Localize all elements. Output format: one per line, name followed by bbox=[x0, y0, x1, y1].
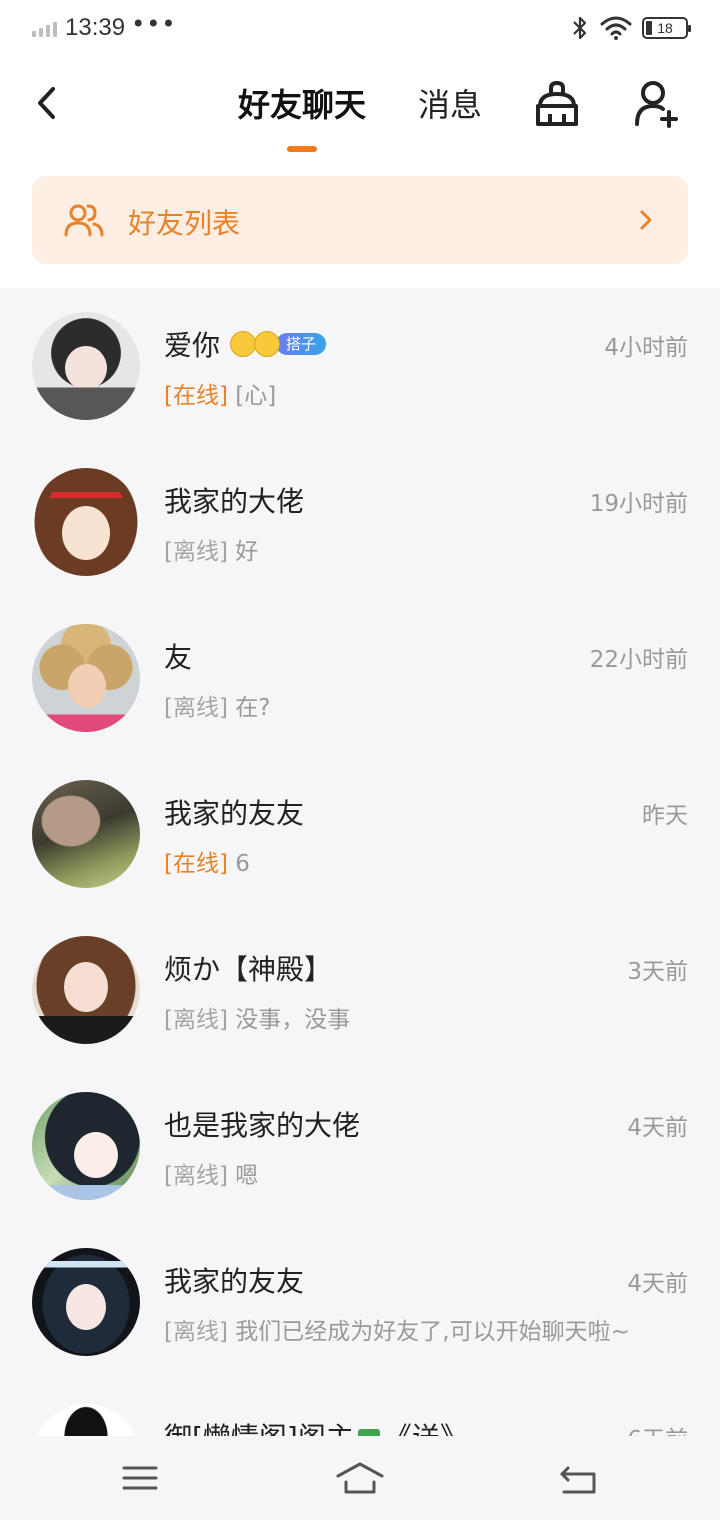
last-message: [心] bbox=[235, 383, 277, 409]
chat-item[interactable]: 友 22小时前 [离线] 在? bbox=[0, 600, 720, 756]
chat-preview: [离线] 我们已经成为好友了,可以开始聊天啦~ bbox=[164, 1312, 630, 1346]
avatar bbox=[32, 1092, 140, 1200]
last-message: 6 bbox=[235, 851, 250, 877]
online-status: [在线] bbox=[164, 851, 228, 877]
offline-status: [离线] bbox=[164, 539, 228, 565]
chat-name: 我家的友友 bbox=[164, 1265, 305, 1298]
chat-name-text: 爱你 bbox=[164, 329, 221, 362]
last-message: 我们已经成为好友了,可以开始聊天啦~ bbox=[235, 1319, 630, 1345]
signal-icon bbox=[32, 19, 57, 37]
chat-time: 4天前 bbox=[627, 1271, 688, 1297]
chat-preview: [在线] 6 bbox=[164, 844, 250, 878]
back-button[interactable] bbox=[22, 78, 72, 128]
last-message: 好 bbox=[235, 539, 259, 565]
chat-time: 4小时前 bbox=[604, 335, 688, 361]
chat-preview: [在线] [心] bbox=[164, 376, 276, 410]
battery-indicator: 18 bbox=[642, 17, 691, 39]
user-badges: 搭子 bbox=[230, 331, 327, 357]
chat-time: 昨天 bbox=[642, 803, 688, 829]
last-message: 嗯 bbox=[235, 1163, 259, 1189]
status-bar-right: 18 bbox=[570, 14, 691, 42]
chat-name: 爱你 搭子 bbox=[164, 324, 327, 364]
partner-tag: 搭子 bbox=[276, 333, 327, 355]
avatar bbox=[32, 468, 140, 576]
chat-item[interactable]: 我家的大佬 19小时前 [离线] 好 bbox=[0, 444, 720, 600]
add-friend-button[interactable] bbox=[632, 78, 682, 130]
menu-icon bbox=[122, 1466, 158, 1490]
cool-emoji-icon bbox=[230, 331, 257, 357]
chat-name: 我家的大佬 bbox=[164, 485, 305, 518]
last-message: 没事，没事 bbox=[235, 1007, 351, 1033]
chat-name-text: 御[懒情阁]阁主 bbox=[164, 1421, 354, 1436]
chat-time: 6天前 bbox=[627, 1420, 688, 1436]
chat-preview: [离线] 没事，没事 bbox=[164, 1000, 350, 1034]
chat-name: 我家的友友 bbox=[164, 797, 305, 830]
chat-name-suffix: 《送》 bbox=[384, 1421, 468, 1436]
chat-name: 友 bbox=[164, 641, 193, 674]
active-tab-indicator bbox=[287, 146, 317, 152]
chat-list: 爱你 搭子 4小时前 [在线] [心] 我家的大佬 19小时前 [离线] 好 友 … bbox=[0, 288, 720, 1436]
star-eyes-emoji-icon bbox=[254, 331, 281, 357]
bottom-navigation-bar bbox=[0, 1436, 720, 1520]
friend-list-label: 好友列表 bbox=[128, 207, 241, 240]
offline-status: [离线] bbox=[164, 1007, 228, 1033]
chat-preview: [离线] 好 bbox=[164, 532, 258, 566]
chat-time: 19小时前 bbox=[589, 491, 688, 517]
status-time: 13:39 bbox=[65, 14, 126, 41]
chat-name: 御[懒情阁]阁主 《送》 bbox=[164, 1416, 468, 1436]
back-icon bbox=[560, 1466, 596, 1494]
avatar bbox=[32, 1248, 140, 1356]
friends-icon bbox=[64, 204, 104, 237]
avatar bbox=[32, 1404, 140, 1436]
battery-level: 18 bbox=[657, 20, 673, 36]
offline-status: [离线] bbox=[164, 1163, 228, 1189]
chat-name: 烦か【神殿】 bbox=[164, 953, 333, 986]
status-notification-dots: ••• bbox=[131, 10, 177, 38]
nav-home-button[interactable] bbox=[336, 1456, 384, 1500]
tab-messages[interactable]: 消息 bbox=[418, 80, 482, 126]
back-arrow-icon bbox=[38, 87, 55, 119]
clean-button[interactable] bbox=[532, 78, 582, 130]
offline-status: [离线] bbox=[164, 1319, 228, 1345]
nav-menu-button[interactable] bbox=[116, 1456, 164, 1500]
chat-preview: [离线] 在? bbox=[164, 688, 270, 722]
status-bar: 13:39 ••• 18 bbox=[0, 0, 720, 60]
chat-item[interactable]: 我家的友友 4天前 [离线] 我们已经成为好友了,可以开始聊天啦~ bbox=[0, 1224, 720, 1380]
bluetooth-icon bbox=[573, 16, 587, 40]
chat-item[interactable]: 爱你 搭子 4小时前 [在线] [心] bbox=[0, 288, 720, 444]
chat-item[interactable]: 御[懒情阁]阁主 《送》 6天前 bbox=[0, 1380, 720, 1436]
tab-friend-chat[interactable]: 好友聊天 bbox=[238, 80, 366, 126]
online-status: [在线] bbox=[164, 383, 228, 409]
wifi-icon bbox=[600, 16, 632, 40]
broom-icon bbox=[536, 80, 578, 126]
money-icon bbox=[357, 1429, 380, 1436]
avatar bbox=[32, 936, 140, 1044]
avatar bbox=[32, 624, 140, 732]
header: 好友聊天 消息 bbox=[0, 60, 720, 160]
chevron-right-icon bbox=[640, 210, 652, 230]
last-message: 在? bbox=[235, 695, 271, 721]
chat-time: 3天前 bbox=[627, 959, 688, 985]
status-bar-left: 13:39 ••• bbox=[32, 10, 177, 42]
home-icon bbox=[336, 1462, 384, 1494]
offline-status: [离线] bbox=[164, 695, 228, 721]
chat-preview: [离线] 嗯 bbox=[164, 1156, 258, 1190]
chat-item[interactable]: 烦か【神殿】 3天前 [离线] 没事，没事 bbox=[0, 912, 720, 1068]
battery-fill bbox=[646, 21, 652, 35]
avatar bbox=[32, 312, 140, 420]
friend-list-banner[interactable]: 好友列表 bbox=[32, 176, 688, 264]
chat-time: 22小时前 bbox=[589, 647, 688, 673]
chat-item[interactable]: 我家的友友 昨天 [在线] 6 bbox=[0, 756, 720, 912]
nav-back-button[interactable] bbox=[556, 1456, 604, 1500]
add-friend-icon bbox=[635, 81, 678, 128]
chat-time: 4天前 bbox=[627, 1115, 688, 1141]
avatar bbox=[32, 780, 140, 888]
chat-name: 也是我家的大佬 bbox=[164, 1109, 361, 1142]
chat-item[interactable]: 也是我家的大佬 4天前 [离线] 嗯 bbox=[0, 1068, 720, 1224]
